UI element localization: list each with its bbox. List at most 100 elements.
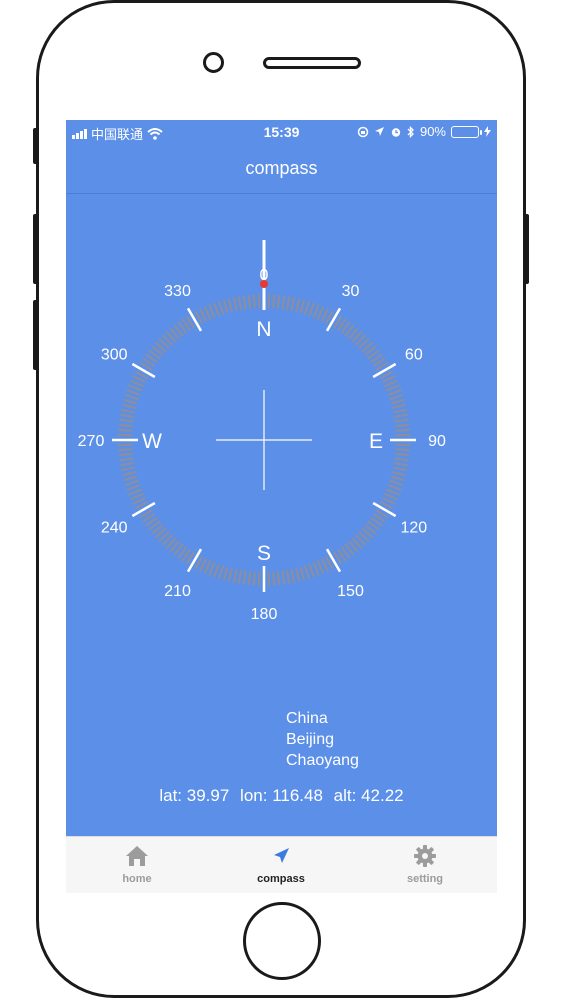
- minor-tick: [393, 413, 408, 419]
- minor-tick: [272, 571, 276, 586]
- minor-tick: [122, 403, 137, 410]
- minor-tick: [285, 569, 291, 584]
- degree-label-270: 270: [78, 433, 105, 450]
- minor-tick: [294, 298, 301, 313]
- minor-tick: [120, 466, 136, 472]
- status-bar: 中国联通 15:39 90%: [66, 120, 497, 144]
- volume-up-button: [33, 214, 38, 284]
- minor-tick: [237, 569, 243, 584]
- location-city: Beijing: [286, 731, 335, 748]
- battery-percent: 90%: [419, 124, 446, 139]
- orientation-lock-icon: [357, 126, 369, 137]
- minor-tick: [208, 304, 216, 319]
- minor-tick: [124, 479, 139, 487]
- location-arrow-icon: [374, 127, 384, 136]
- status-right: 90%: [357, 124, 491, 139]
- earpiece-speaker: [263, 57, 361, 69]
- minor-tick: [285, 296, 291, 311]
- minor-tick: [227, 298, 234, 313]
- gear-icon: [414, 845, 436, 867]
- minor-tick: [119, 418, 134, 423]
- minor-tick: [385, 384, 400, 392]
- degree-label-210: 210: [164, 583, 191, 600]
- tab-compass-label: compass: [257, 873, 305, 885]
- degree-label-30: 30: [342, 283, 360, 300]
- page-title: compass: [245, 158, 318, 178]
- minor-tick: [208, 561, 216, 576]
- minor-tick: [252, 294, 256, 309]
- front-camera: [203, 52, 224, 73]
- alarm-icon: [391, 127, 401, 137]
- screen: 中国联通 15:39 90% compass 0 30 60 90 120 15…: [66, 120, 497, 893]
- degree-label-150: 150: [337, 583, 364, 600]
- silent-switch: [33, 128, 38, 164]
- minor-tick: [392, 466, 408, 472]
- minor-tick: [299, 299, 306, 314]
- minor-tick: [120, 413, 135, 419]
- battery-icon: [451, 125, 482, 138]
- minor-tick: [242, 570, 247, 585]
- degree-label-90: 90: [428, 433, 446, 450]
- cardinal-w: W: [142, 430, 162, 453]
- coordinates-readout: lat: 39.97 lon: 116.48 alt: 42.22: [66, 786, 497, 806]
- minor-tick: [395, 452, 410, 457]
- minor-tick: [385, 488, 400, 496]
- tab-home-label: home: [122, 873, 152, 885]
- navigation-bar: compass: [66, 144, 497, 194]
- minor-tick: [395, 423, 410, 428]
- minor-tick: [123, 398, 138, 405]
- degree-label-330: 330: [164, 283, 191, 300]
- minor-tick: [303, 300, 311, 315]
- home-button[interactable]: [243, 902, 321, 980]
- minor-tick: [391, 403, 406, 410]
- minor-tick: [118, 448, 133, 452]
- minor-tick: [232, 568, 238, 584]
- minor-tick: [222, 566, 229, 581]
- charging-icon: [484, 126, 491, 137]
- minor-tick: [391, 470, 406, 477]
- tab-setting-label: setting: [406, 873, 444, 885]
- tab-setting[interactable]: setting: [365, 843, 485, 885]
- tab-home[interactable]: home: [77, 843, 197, 885]
- navigation-arrow-icon: [274, 848, 289, 863]
- compass-dial: 0 30 60 90 120 150 180 210 240 270 300 330 N E S W: [78, 240, 446, 623]
- minor-tick: [128, 384, 143, 392]
- minor-tick: [276, 294, 281, 309]
- lon-label: lon:: [240, 786, 268, 805]
- minor-tick: [281, 570, 286, 585]
- minor-tick: [118, 428, 133, 432]
- minor-tick: [222, 299, 229, 314]
- minor-tick: [395, 428, 410, 432]
- minor-tick: [126, 484, 141, 491]
- minor-tick: [389, 479, 404, 487]
- minor-tick: [392, 408, 408, 414]
- minor-tick: [213, 563, 220, 578]
- degree-label-300: 300: [101, 347, 128, 364]
- minor-tick: [308, 302, 315, 317]
- minor-tick: [312, 304, 320, 319]
- minor-tick: [122, 470, 137, 477]
- minor-tick: [290, 296, 296, 312]
- minor-tick: [128, 488, 143, 496]
- minor-tick: [387, 389, 402, 396]
- alt-value: 42.22: [361, 786, 404, 805]
- minor-tick: [290, 568, 296, 584]
- location-info: China Beijing Chaoyang: [286, 708, 359, 771]
- minor-tick: [390, 398, 405, 405]
- minor-tick: [395, 448, 410, 452]
- cardinal-s: S: [257, 542, 271, 565]
- minor-tick: [294, 567, 301, 582]
- degree-label-120: 120: [400, 520, 427, 537]
- power-button: [524, 214, 529, 284]
- minor-tick: [252, 571, 256, 586]
- bluetooth-icon: [407, 125, 414, 138]
- degree-label-240: 240: [101, 520, 128, 537]
- minor-tick: [118, 423, 133, 428]
- volume-down-button: [33, 300, 38, 370]
- home-icon: [126, 846, 148, 866]
- alt-label: alt:: [333, 786, 357, 805]
- tab-compass[interactable]: compass: [221, 843, 341, 885]
- minor-tick: [213, 302, 220, 317]
- minor-tick: [120, 408, 136, 414]
- lat-label: lat:: [159, 786, 183, 805]
